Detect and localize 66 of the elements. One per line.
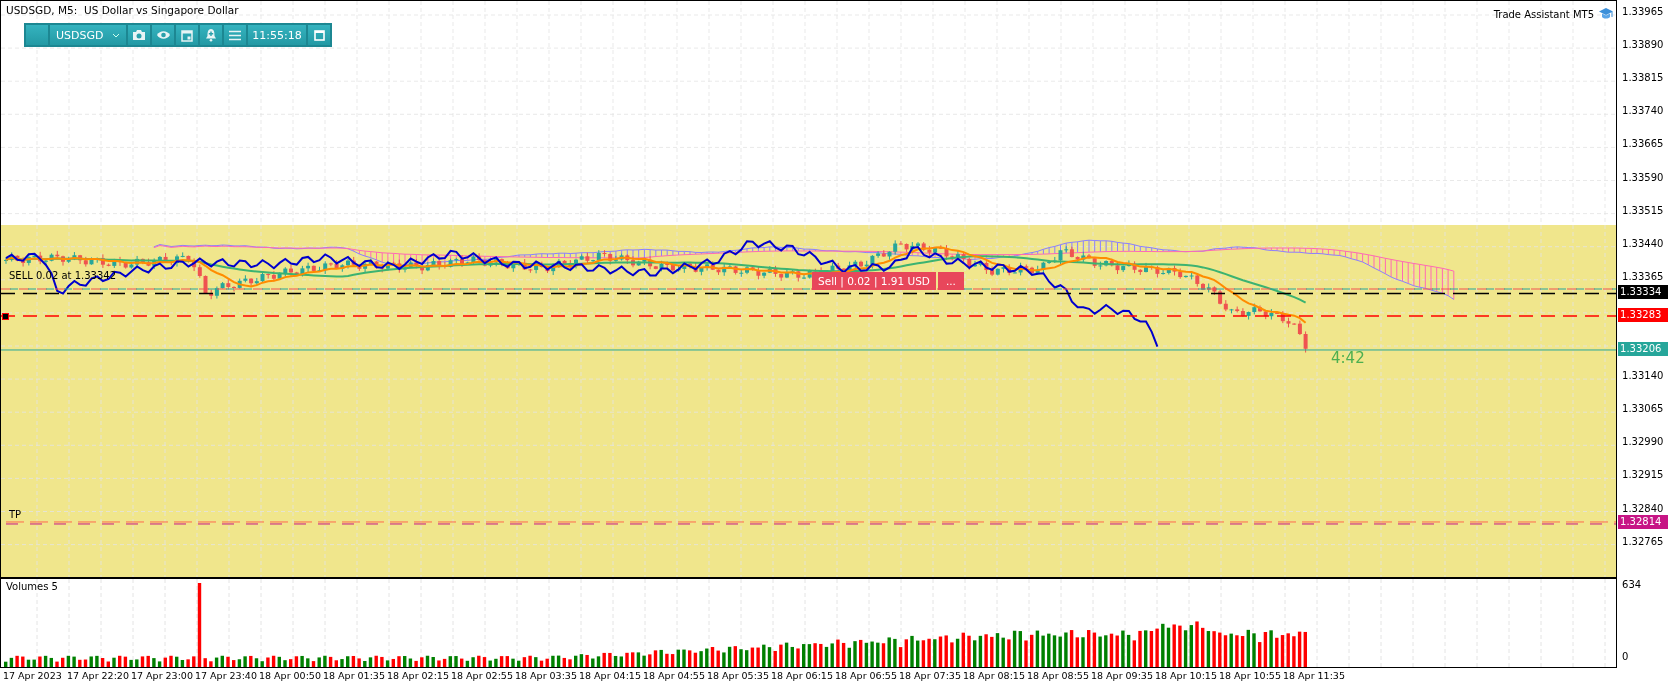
- price-label: 1.33740: [1621, 105, 1664, 117]
- time-label: 18 Apr 03:35: [515, 670, 577, 681]
- time-label: 17 Apr 23:00: [131, 670, 193, 681]
- price-label: 1.33815: [1621, 72, 1664, 84]
- price-label: 1.33440: [1621, 237, 1664, 249]
- indicator-name: Trade Assistant MT5: [1493, 8, 1595, 20]
- time-label: 18 Apr 07:35: [899, 670, 961, 681]
- time-label: 18 Apr 04:15: [579, 670, 641, 681]
- time-label: 18 Apr 09:35: [1091, 670, 1153, 681]
- alert-button[interactable]: [200, 25, 222, 45]
- position-button[interactable]: Sell | 0.02 | 1.91 USD: [812, 272, 936, 290]
- time-label: 18 Apr 10:15: [1155, 670, 1217, 681]
- price-label: 1.33665: [1621, 138, 1664, 150]
- price-label: 1.33140: [1621, 370, 1664, 382]
- price-label: 1.33515: [1621, 204, 1664, 216]
- time-label: 18 Apr 08:15: [963, 670, 1025, 681]
- bell-icon: [205, 28, 217, 42]
- restore-button[interactable]: [308, 25, 330, 45]
- volume-max-label: 634: [1622, 579, 1642, 590]
- symbol-dropdown[interactable]: USDSGD: [50, 25, 126, 45]
- view-button[interactable]: [152, 25, 174, 45]
- calendar-icon: [181, 28, 193, 42]
- price-label: 1.33065: [1621, 403, 1664, 415]
- time-label: 17 Apr 23:40: [195, 670, 257, 681]
- screenshot-button[interactable]: [128, 25, 150, 45]
- menu-icon: [228, 29, 242, 41]
- volume-min-label: 0: [1622, 651, 1629, 662]
- window-restore-icon: [313, 29, 325, 41]
- price-label: 1.33590: [1621, 171, 1664, 183]
- time-label: 17 Apr 2023: [3, 670, 62, 681]
- time-label: 18 Apr 11:35: [1283, 670, 1345, 681]
- price-tag: 1.33283: [1618, 308, 1669, 322]
- time-label: 18 Apr 05:35: [707, 670, 769, 681]
- price-label: 1.32915: [1621, 469, 1664, 481]
- graduation-cap-icon: [1598, 7, 1615, 21]
- time-label: 18 Apr 02:55: [451, 670, 513, 681]
- time-label: 18 Apr 08:55: [1027, 670, 1089, 681]
- price-label: 1.33965: [1621, 6, 1664, 17]
- price-label: 1.32765: [1621, 535, 1664, 547]
- calendar-button[interactable]: [176, 25, 198, 45]
- eye-icon: [155, 30, 171, 40]
- camera-icon: [132, 29, 146, 41]
- bar-timer: 4:42: [1331, 349, 1365, 367]
- time-label: 18 Apr 06:55: [835, 670, 897, 681]
- chart-title: USDSGD, M5: US Dollar vs Singapore Dollar: [6, 4, 239, 16]
- time-label: 18 Apr 06:15: [771, 670, 833, 681]
- position-more-button[interactable]: ...: [937, 272, 964, 290]
- time-label: 18 Apr 01:35: [323, 670, 385, 681]
- price-label: 1.32990: [1621, 436, 1664, 448]
- price-label: 1.32840: [1621, 502, 1664, 514]
- price-label: 1.33365: [1621, 270, 1664, 282]
- time-label: 18 Apr 00:50: [259, 670, 321, 681]
- caret-icon: [112, 32, 120, 38]
- price-tag: 1.33206: [1618, 341, 1669, 356]
- time-label: 18 Apr 02:15: [387, 670, 449, 681]
- volumes-title: Volumes 5: [6, 581, 58, 592]
- time-label: 18 Apr 10:55: [1219, 670, 1281, 681]
- take-profit-label: TP: [9, 509, 22, 520]
- toolbar-handle[interactable]: [26, 25, 48, 45]
- menu-button[interactable]: [224, 25, 246, 45]
- price-tag: 1.32814: [1618, 514, 1669, 529]
- price-tag: 1.33334: [1618, 285, 1669, 300]
- time-label: 18 Apr 04:55: [643, 670, 705, 681]
- time-label: 17 Apr 22:20: [67, 670, 129, 681]
- server-time: 11:55:18: [248, 25, 306, 45]
- price-label: 1.33890: [1621, 39, 1664, 51]
